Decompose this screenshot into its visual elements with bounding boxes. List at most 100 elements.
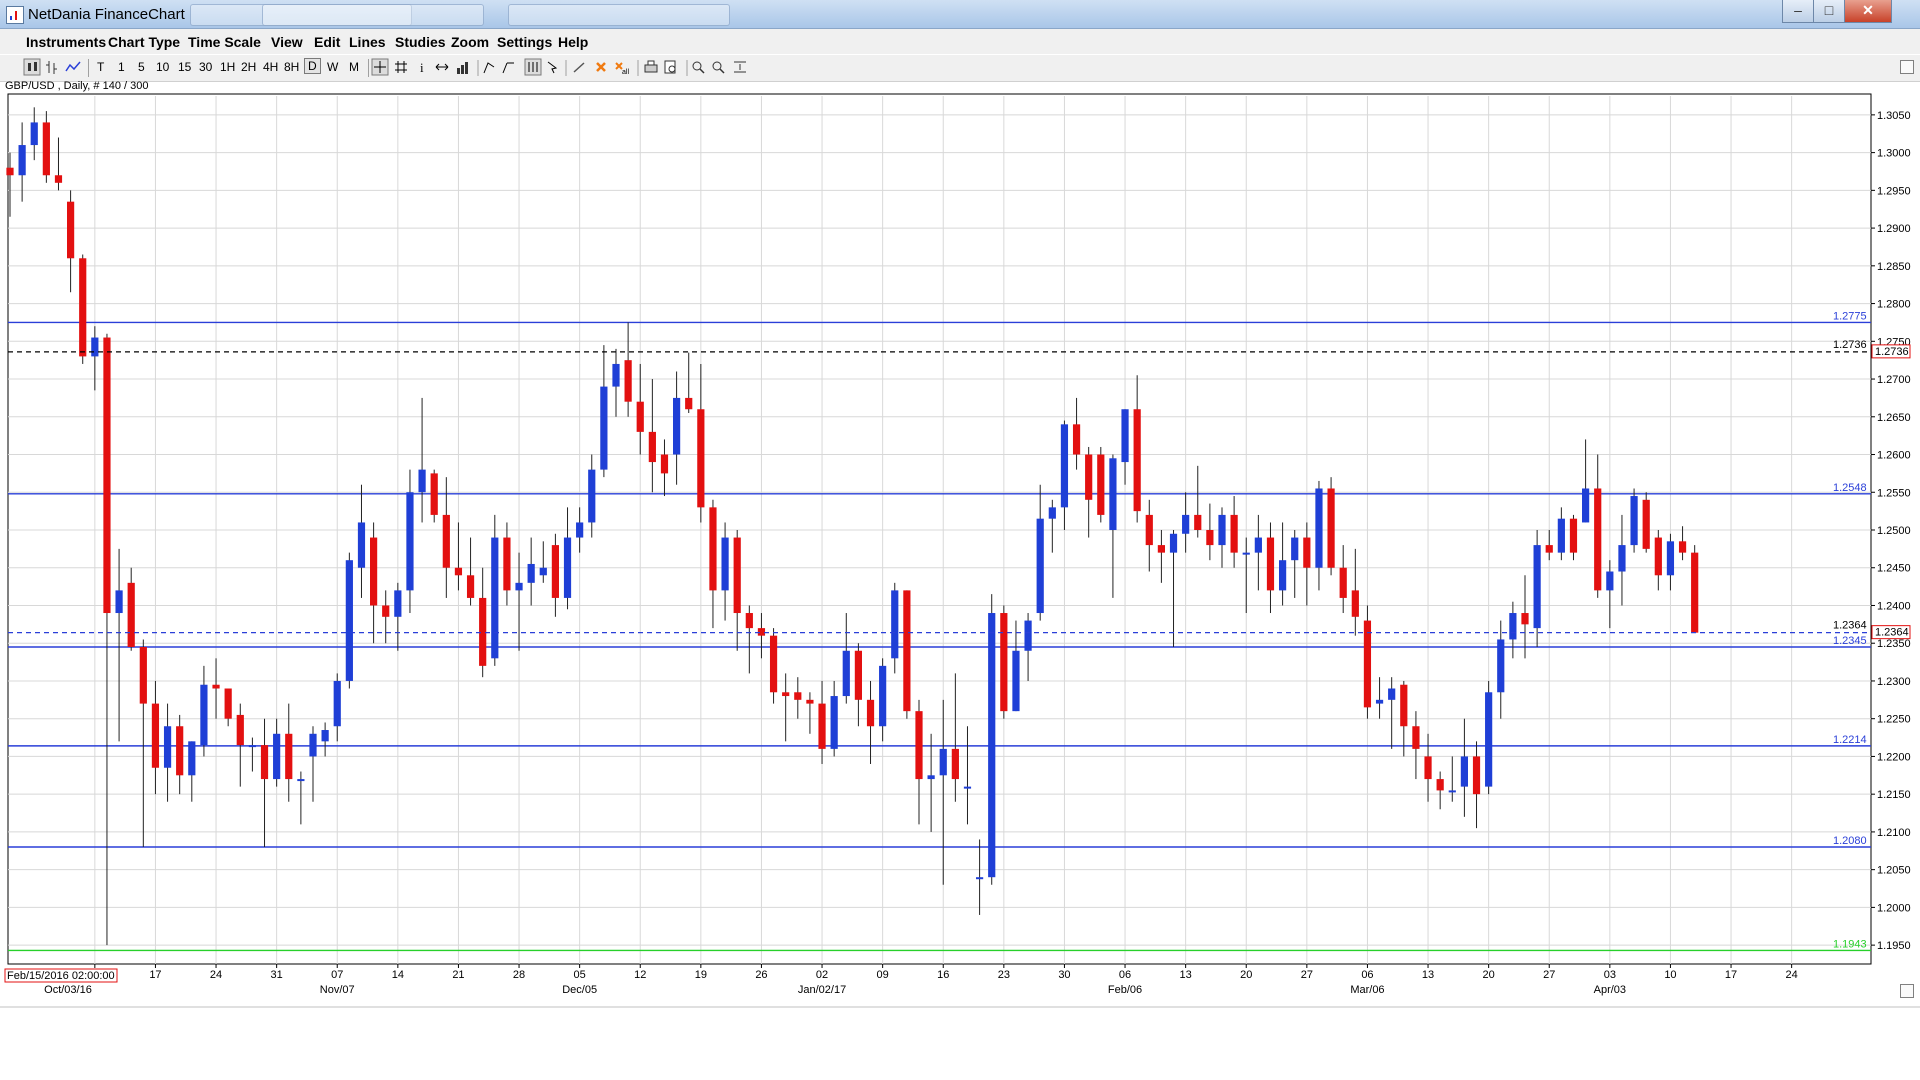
candle-body xyxy=(963,786,972,789)
candle-body xyxy=(1618,545,1626,572)
candle-body xyxy=(1145,514,1153,546)
x-period-label: Feb/06 xyxy=(1108,984,1142,996)
candle-body xyxy=(697,409,705,508)
candle xyxy=(988,594,996,885)
x-tick-label: 30 xyxy=(1058,969,1070,981)
candle-body xyxy=(224,688,232,719)
candle-body xyxy=(842,650,850,697)
candle-body xyxy=(1194,514,1202,530)
y-tick-label: 1.2250 xyxy=(1877,714,1911,726)
candle-body xyxy=(1666,541,1675,576)
price-marker-label: 1.2736 xyxy=(1833,339,1867,351)
candle-body xyxy=(951,748,959,780)
candle-body xyxy=(333,680,341,727)
candle xyxy=(1327,477,1335,576)
price-level-label: 1.2775 xyxy=(1833,310,1867,322)
candle-body xyxy=(769,635,778,693)
candle-body xyxy=(79,258,87,357)
candle-body xyxy=(939,748,947,776)
y-tick-label: 1.2400 xyxy=(1877,600,1911,612)
price-level-label: 1.1943 xyxy=(1833,938,1867,950)
candle-body xyxy=(1351,590,1359,617)
x-tick-label: 09 xyxy=(877,969,889,981)
candle-body xyxy=(297,779,305,782)
candle-body xyxy=(721,537,729,591)
status-divider xyxy=(0,1006,1920,1008)
candle-body xyxy=(236,714,244,746)
candle-body xyxy=(794,692,802,700)
x-period-label: Dec/05 xyxy=(562,984,597,996)
plot-area xyxy=(7,93,1872,965)
candle-body xyxy=(1569,518,1578,553)
candle-body xyxy=(1606,571,1614,591)
candle-body xyxy=(1097,454,1105,515)
y-tick-label: 1.2600 xyxy=(1877,450,1911,462)
x-period-label: Mar/06 xyxy=(1350,984,1384,996)
candle-body xyxy=(139,646,147,704)
x-tick-label: 20 xyxy=(1240,969,1252,981)
candle-body xyxy=(1048,507,1056,519)
price-level-label: 1.2345 xyxy=(1833,635,1867,647)
candle-body xyxy=(430,473,438,515)
candle-body xyxy=(18,145,26,176)
x-tick-label: 13 xyxy=(1180,969,1192,981)
y-tick-label: 1.2100 xyxy=(1877,827,1911,839)
x-tick-label: 24 xyxy=(1786,969,1798,981)
candle-body xyxy=(1521,613,1529,625)
y-tick-label: 1.3050 xyxy=(1877,110,1911,122)
y-tick-label: 1.2300 xyxy=(1877,676,1911,688)
price-chart[interactable]: 1.3050 1.3000 1.2950 1.2900 1.2850 1.2800 1.27… xyxy=(0,0,1920,1010)
price-tag-label: 1.2364 xyxy=(1875,627,1909,639)
candle-body xyxy=(260,745,269,780)
candle-body xyxy=(515,582,523,591)
x-tick-label: 23 xyxy=(998,969,1010,981)
candle-body xyxy=(1182,514,1190,534)
candle-body xyxy=(1012,650,1020,712)
candle-body xyxy=(757,628,766,636)
x-tick-label: 24 xyxy=(210,969,222,981)
x-tick-label: 26 xyxy=(755,969,767,981)
candle xyxy=(345,552,353,689)
candle-body xyxy=(454,567,463,576)
candle-body xyxy=(709,507,717,591)
x-tick-label: 13 xyxy=(1422,969,1434,981)
candle-body xyxy=(345,560,353,681)
candle-body xyxy=(212,684,220,689)
y-tick-label: 1.2550 xyxy=(1877,487,1911,499)
candle-body xyxy=(370,537,378,606)
candle-body xyxy=(91,337,99,357)
candle xyxy=(1363,605,1372,719)
y-tick-label: 1.2950 xyxy=(1877,185,1911,197)
candle-body xyxy=(200,684,208,746)
candle-body xyxy=(1169,533,1178,553)
y-tick-label: 1.2500 xyxy=(1877,525,1911,537)
cursor-date-label: Feb/15/2016 02:00:00 xyxy=(7,970,115,982)
x-tick-label: 19 xyxy=(695,969,707,981)
y-tick-label: 1.2800 xyxy=(1877,299,1911,311)
candle-body xyxy=(1157,545,1165,553)
candle-body xyxy=(442,514,450,568)
candle-body xyxy=(1436,779,1444,791)
candle-body xyxy=(903,590,911,712)
x-tick-label: 03 xyxy=(1604,969,1616,981)
candle-body xyxy=(491,537,499,659)
y-tick-label: 1.2350 xyxy=(1877,638,1911,650)
x-period-label: Jan/02/17 xyxy=(798,984,846,996)
candle-body xyxy=(248,745,256,748)
x-tick-label: 07 xyxy=(331,969,343,981)
candle xyxy=(430,469,438,523)
x-period-label: Oct/03/16 xyxy=(44,984,92,996)
candle-body xyxy=(551,545,559,598)
y-tick-label: 1.2200 xyxy=(1877,751,1911,763)
candle-body xyxy=(1291,537,1299,561)
y-tick-label: 1.2700 xyxy=(1877,374,1911,386)
candle-body xyxy=(527,563,535,583)
candle xyxy=(491,514,499,666)
y-tick-label: 1.1950 xyxy=(1877,940,1911,952)
candle-body xyxy=(733,537,741,614)
candle-body xyxy=(357,522,366,568)
x-period-label: Apr/03 xyxy=(1594,984,1626,996)
candle-body xyxy=(1545,545,1553,553)
x-period-label: Nov/07 xyxy=(320,984,355,996)
candle xyxy=(1691,545,1699,633)
